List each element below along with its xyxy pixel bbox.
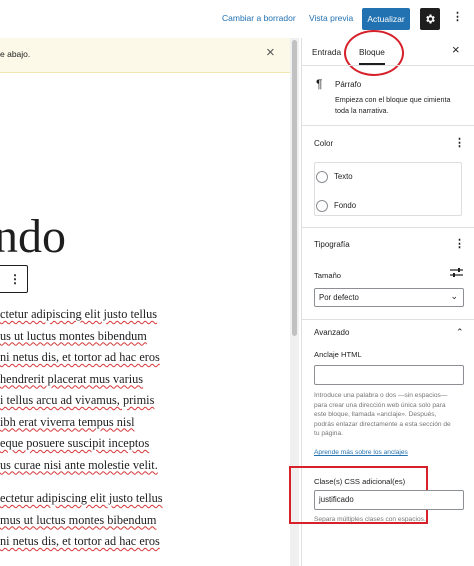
editor-canvas[interactable]: e abajo. × ndo ⋮ ctetur adipiscing elit …	[0, 38, 290, 566]
paragraph-line: ni netus dis, et tortor ad hac eros	[0, 350, 160, 364]
advanced-section-title[interactable]: Avanzado	[314, 328, 349, 337]
close-icon[interactable]: ×	[266, 44, 275, 61]
settings-button[interactable]	[420, 8, 440, 30]
paragraph-block[interactable]: ectetur adipiscing elit justo tellus mus…	[0, 488, 163, 553]
html-anchor-help: Introduce una palabra o dos —sin espacio…	[314, 392, 451, 437]
html-anchor-label: Anclaje HTML	[314, 350, 362, 359]
font-size-select[interactable]: Por defecto ⌄	[314, 288, 464, 307]
typography-section-title[interactable]: Tipografía	[314, 240, 350, 249]
paragraph-line: hendrerit placerat mus varius	[0, 371, 144, 386]
block-description: toda la narrativa.	[335, 106, 389, 115]
font-size-label: Tamaño	[314, 271, 342, 280]
tab-entry[interactable]: Entrada	[312, 47, 341, 57]
notice-text: e abajo.	[0, 49, 31, 59]
paragraph-line: ctetur adipiscing elit justo tellus	[0, 307, 158, 321]
gear-icon	[426, 14, 435, 24]
paragraph-line: eque posuere suscipit inceptos	[0, 436, 150, 450]
paragraph-line: us curae nisi ante molestie velit.	[0, 457, 158, 472]
color-options-icon[interactable]: ⋮	[454, 138, 465, 149]
typography-options-icon[interactable]: ⋮	[454, 239, 465, 250]
paragraph-block[interactable]: ctetur adipiscing elit justo tellus us u…	[0, 304, 160, 476]
more-options-icon[interactable]: ⋮	[9, 272, 21, 286]
css-class-help: Separa múltiples clases con espacios.	[314, 516, 426, 523]
block-description: Empieza con el bloque que cimienta	[335, 95, 451, 104]
chevron-up-icon[interactable]: ⌃	[456, 327, 464, 338]
html-anchor-input[interactable]	[314, 365, 464, 385]
color-background-option[interactable]: Fondo	[316, 200, 356, 212]
divider	[302, 125, 474, 126]
paragraph-line: mus ut luctus montes bibendum	[0, 512, 157, 527]
custom-size-icon[interactable]	[450, 267, 463, 278]
close-icon[interactable]: ×	[452, 42, 460, 57]
settings-sidebar: Entrada Bloque × ¶ Párrafo Empieza con e…	[289, 30, 474, 566]
update-button[interactable]: Actualizar	[362, 8, 410, 30]
switch-to-draft-button[interactable]: Cambiar a borrador	[222, 13, 296, 23]
css-class-label: Clase(s) CSS adicional(es)	[314, 477, 406, 486]
color-text-option[interactable]: Texto	[316, 171, 353, 183]
preview-button[interactable]: Vista previa	[309, 13, 353, 23]
paragraph-line: i tellus arcu ad vivamus, primis	[0, 393, 155, 407]
color-swatch-icon	[316, 171, 328, 183]
divider	[302, 227, 474, 228]
color-section-title[interactable]: Color	[314, 139, 333, 148]
anchors-help-link[interactable]: Aprende más sobre los anclajes	[314, 448, 408, 458]
options-menu-icon[interactable]: ⋮	[452, 12, 463, 23]
notice-bar: e abajo. ×	[0, 38, 290, 73]
annotation-circle	[344, 30, 404, 76]
color-swatch-icon	[316, 200, 328, 212]
editor-top-bar: Cambiar a borrador Vista previa Actualiz…	[0, 0, 474, 38]
paragraph-line: ectetur adipiscing elit justo tellus	[0, 491, 163, 505]
paragraph-line: ibh erat viverra tempus nisl	[0, 414, 135, 429]
paragraph-icon: ¶	[316, 77, 323, 91]
paragraph-line: us ut luctus montes bibendum	[0, 328, 147, 343]
divider	[302, 319, 474, 320]
css-class-input[interactable]: justificado	[314, 490, 464, 510]
scrollbar-thumb[interactable]	[292, 40, 297, 336]
block-title: Párrafo	[335, 80, 362, 89]
post-heading[interactable]: ndo	[0, 213, 66, 261]
divider	[302, 65, 474, 66]
paragraph-line: ni netus dis, et tortor ad hac eros	[0, 534, 160, 548]
chevron-down-icon: ⌄	[450, 291, 458, 301]
block-toolbar[interactable]: ⋮	[0, 265, 28, 293]
